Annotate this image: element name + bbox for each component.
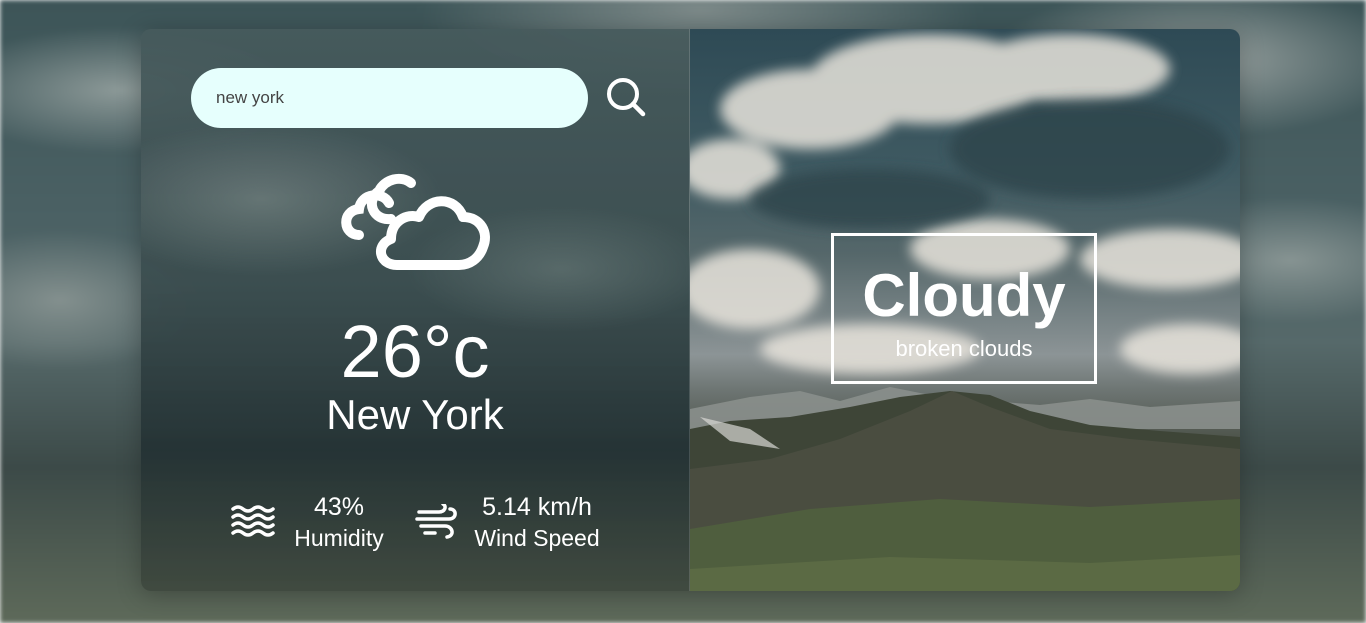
weather-card: 26°c New York 43% Humidity 5.14 km/h Win… (141, 29, 1240, 591)
search-button[interactable] (604, 75, 650, 121)
weather-panel: 26°c New York 43% Humidity 5.14 km/h Win… (141, 29, 690, 591)
search-input[interactable] (191, 68, 588, 128)
city-name: New York (326, 391, 504, 438)
humidity-waves-icon (231, 505, 275, 537)
wind-icon (415, 504, 457, 539)
search-icon (607, 78, 646, 117)
humidity-label: Humidity (294, 525, 384, 551)
humidity-stat: 43% Humidity (231, 492, 391, 552)
cloudy-icon (341, 173, 490, 270)
condition-panel: Cloudy broken clouds (690, 29, 1240, 591)
wind-stat: 5.14 km/h Wind Speed (415, 492, 615, 552)
condition-main: Cloudy (862, 262, 1066, 329)
condition-description: broken clouds (895, 336, 1033, 361)
wind-speed-label: Wind Speed (474, 525, 600, 551)
search-bar (191, 68, 588, 128)
condition-box: Cloudy broken clouds (831, 233, 1097, 384)
wind-speed-value: 5.14 km/h (482, 493, 592, 521)
humidity-value: 43% (313, 493, 365, 521)
temperature: 26°c (340, 310, 490, 393)
